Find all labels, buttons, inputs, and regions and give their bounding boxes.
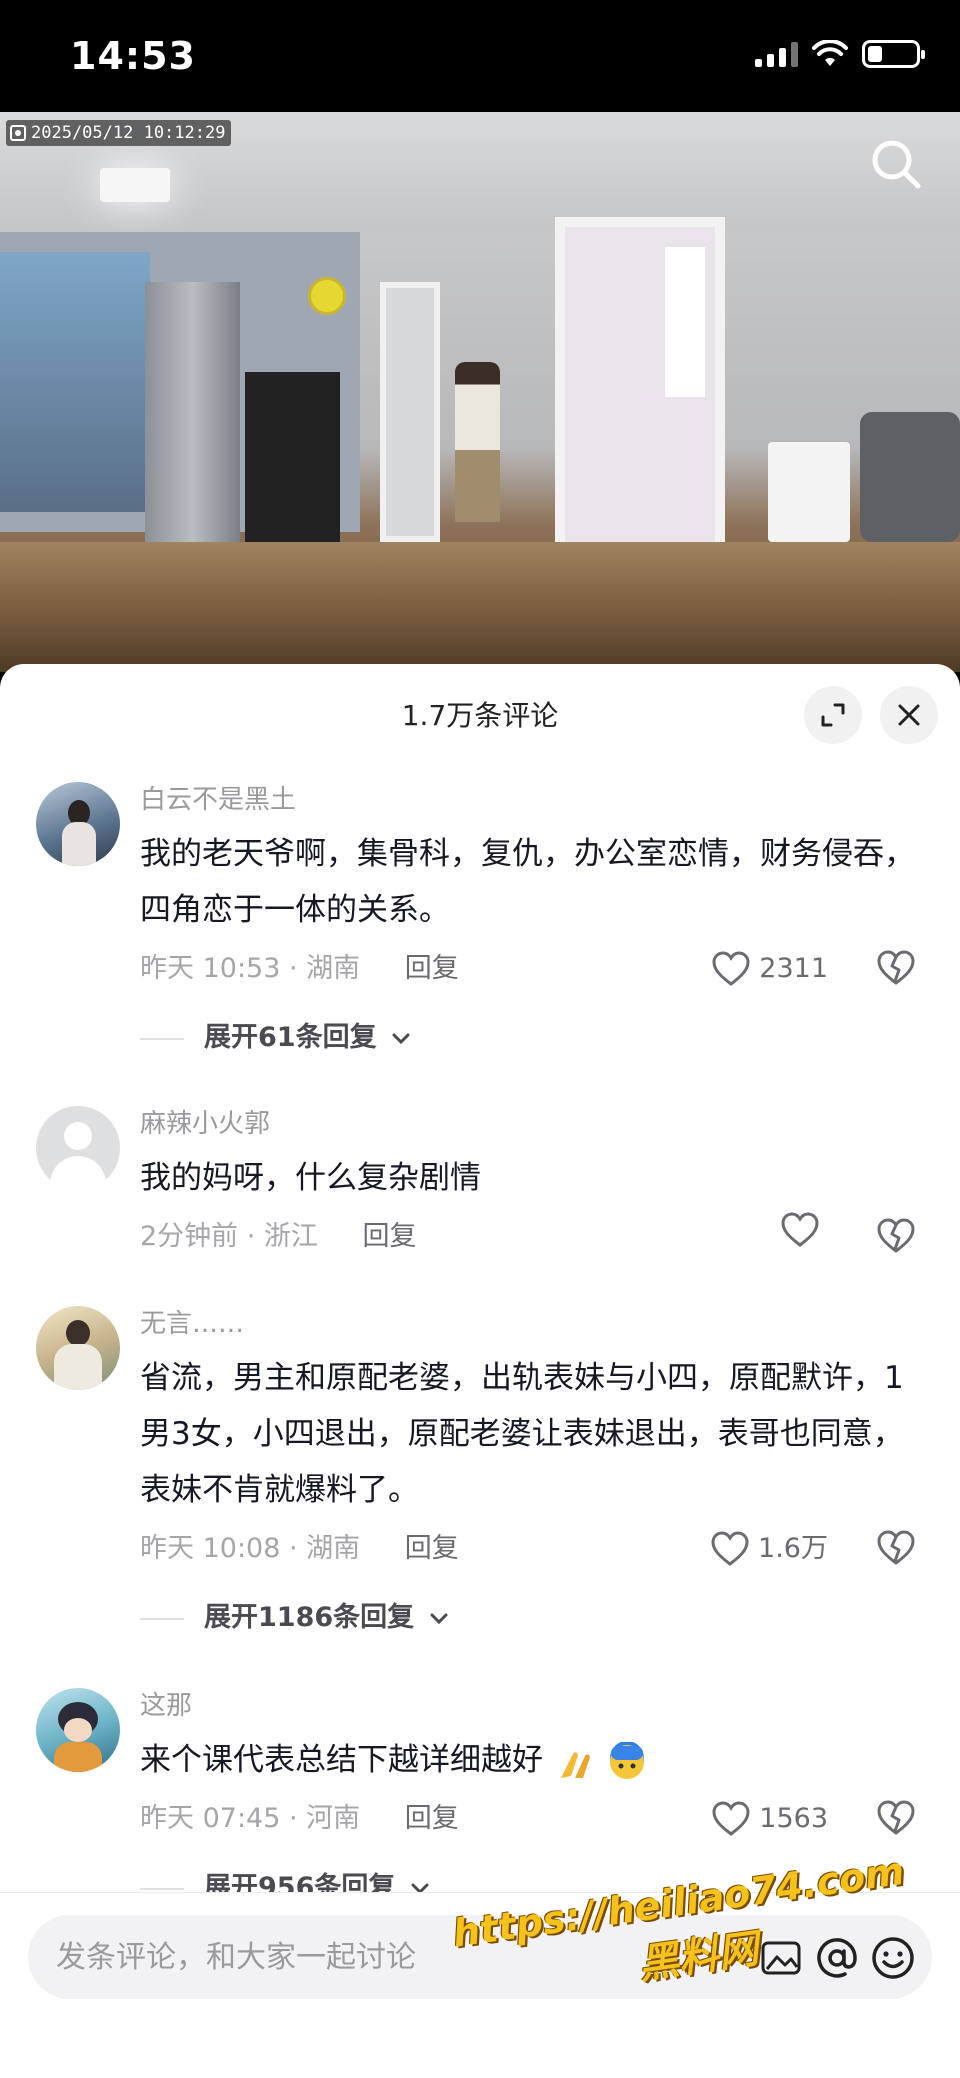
comment-time-location: 2分钟前 · 浙江 xyxy=(140,1221,318,1252)
comment-text: 来个课代表总结下越详细越好 xyxy=(140,1732,930,1788)
dislike-icon[interactable] xyxy=(876,1218,916,1254)
status-time: 14:53 xyxy=(70,34,196,78)
comment-text: 省流，男主和原配老婆，出轨表妹与小四，原配默许，1男3女，小四退出，原配老婆让表… xyxy=(140,1360,904,1508)
close-icon xyxy=(898,704,920,726)
wall-clock xyxy=(308,277,346,315)
emoji-icon[interactable] xyxy=(870,1935,916,1981)
reply-button[interactable]: 回复 xyxy=(405,1533,459,1564)
person-figure xyxy=(455,362,500,522)
dislike-icon[interactable] xyxy=(876,1530,916,1566)
expand-icon xyxy=(821,703,845,727)
timestamp-text: 2025/05/12 10:12:29 xyxy=(31,123,226,143)
comment-username[interactable]: 麻辣小火郭 xyxy=(140,1106,930,1142)
heart-icon xyxy=(781,1212,819,1247)
comment-username[interactable]: 无言…… xyxy=(140,1306,930,1342)
comment-meta: 昨天 10:53 · 湖南 回复 2311 xyxy=(140,944,930,994)
image-icon[interactable] xyxy=(758,1935,804,1981)
comment-username[interactable]: 这那 xyxy=(140,1688,930,1724)
search-icon[interactable] xyxy=(866,134,926,194)
comment-time-location: 昨天 10:53 · 湖南 xyxy=(140,953,361,984)
video-timestamp: 2025/05/12 10:12:29 xyxy=(6,120,232,146)
like-button[interactable]: 2311 xyxy=(711,944,828,994)
comment-text: 我的老天爷啊，集骨科，复仇，办公室恋情，财务侵吞，四角恋于一体的关系。 xyxy=(140,836,915,928)
comment-username[interactable]: 白云不是黑土 xyxy=(140,782,930,818)
comment-meta: 昨天 10:08 · 湖南 回复 1.6万 xyxy=(140,1524,930,1574)
expand-replies-button[interactable]: 展开1186条回复 xyxy=(140,1598,930,1638)
dislike-icon[interactable] xyxy=(876,950,916,986)
chevron-down-icon xyxy=(392,1033,410,1044)
reply-button[interactable]: 回复 xyxy=(405,1803,459,1834)
comment-time-location: 昨天 07:45 · 河南 xyxy=(140,1803,361,1834)
comments-sheet: 1.7万条评论 白云不是黑土 我的老天爷啊，集骨科，复仇，办公室恋情，财务侵吞，… xyxy=(0,664,960,2078)
heart-icon xyxy=(712,951,750,986)
sheet-header: 1.7万条评论 xyxy=(0,664,960,760)
comment-input[interactable] xyxy=(56,1915,656,1999)
like-button[interactable] xyxy=(780,1212,828,1248)
comment-text-content: 来个课代表总结下越详细越好 xyxy=(140,1742,543,1778)
heart-icon xyxy=(711,1531,749,1566)
comment-meta: 2分钟前 · 浙江 回复 xyxy=(140,1212,930,1262)
camera-video[interactable]: 2025/05/12 10:12:29 xyxy=(0,112,960,672)
heart-icon xyxy=(712,1801,750,1836)
avatar[interactable] xyxy=(36,1688,120,1772)
close-button[interactable] xyxy=(880,686,938,744)
expand-button[interactable] xyxy=(804,686,862,744)
hands-emoji-icon xyxy=(557,1744,597,1780)
expand-replies-label: 展开61条回复 xyxy=(204,1022,377,1053)
avatar[interactable] xyxy=(36,1106,120,1190)
wifi-icon xyxy=(812,40,848,66)
comment-input-bar xyxy=(0,1892,960,2078)
like-button[interactable]: 1563 xyxy=(711,1794,828,1844)
signal-icon xyxy=(755,41,798,67)
battery-icon xyxy=(862,40,925,68)
expand-replies-label: 展开1186条回复 xyxy=(204,1602,415,1633)
comment-meta: 昨天 07:45 · 河南 回复 1563 xyxy=(140,1794,930,1844)
comment-time-location: 昨天 10:08 · 湖南 xyxy=(140,1533,361,1564)
status-bar: 14:53 xyxy=(0,0,960,112)
face-emoji-icon xyxy=(607,1740,647,1782)
chevron-down-icon xyxy=(430,1613,448,1624)
at-icon[interactable] xyxy=(814,1935,860,1981)
like-count: 1.6万 xyxy=(758,1533,828,1564)
reply-button[interactable]: 回复 xyxy=(405,953,459,984)
expand-replies-button[interactable]: 展开61条回复 xyxy=(140,1018,930,1058)
reply-button[interactable]: 回复 xyxy=(363,1221,417,1252)
camera-icon xyxy=(10,125,26,141)
like-count: 2311 xyxy=(759,953,828,984)
comment-text: 我的妈呀，什么复杂剧情 xyxy=(140,1160,481,1196)
like-button[interactable]: 1.6万 xyxy=(710,1524,828,1574)
dislike-icon[interactable] xyxy=(876,1800,916,1836)
comment-input-container[interactable] xyxy=(28,1915,932,1999)
like-count: 1563 xyxy=(759,1803,828,1834)
avatar[interactable] xyxy=(36,1306,120,1390)
avatar[interactable] xyxy=(36,782,120,866)
status-icons xyxy=(755,40,925,68)
